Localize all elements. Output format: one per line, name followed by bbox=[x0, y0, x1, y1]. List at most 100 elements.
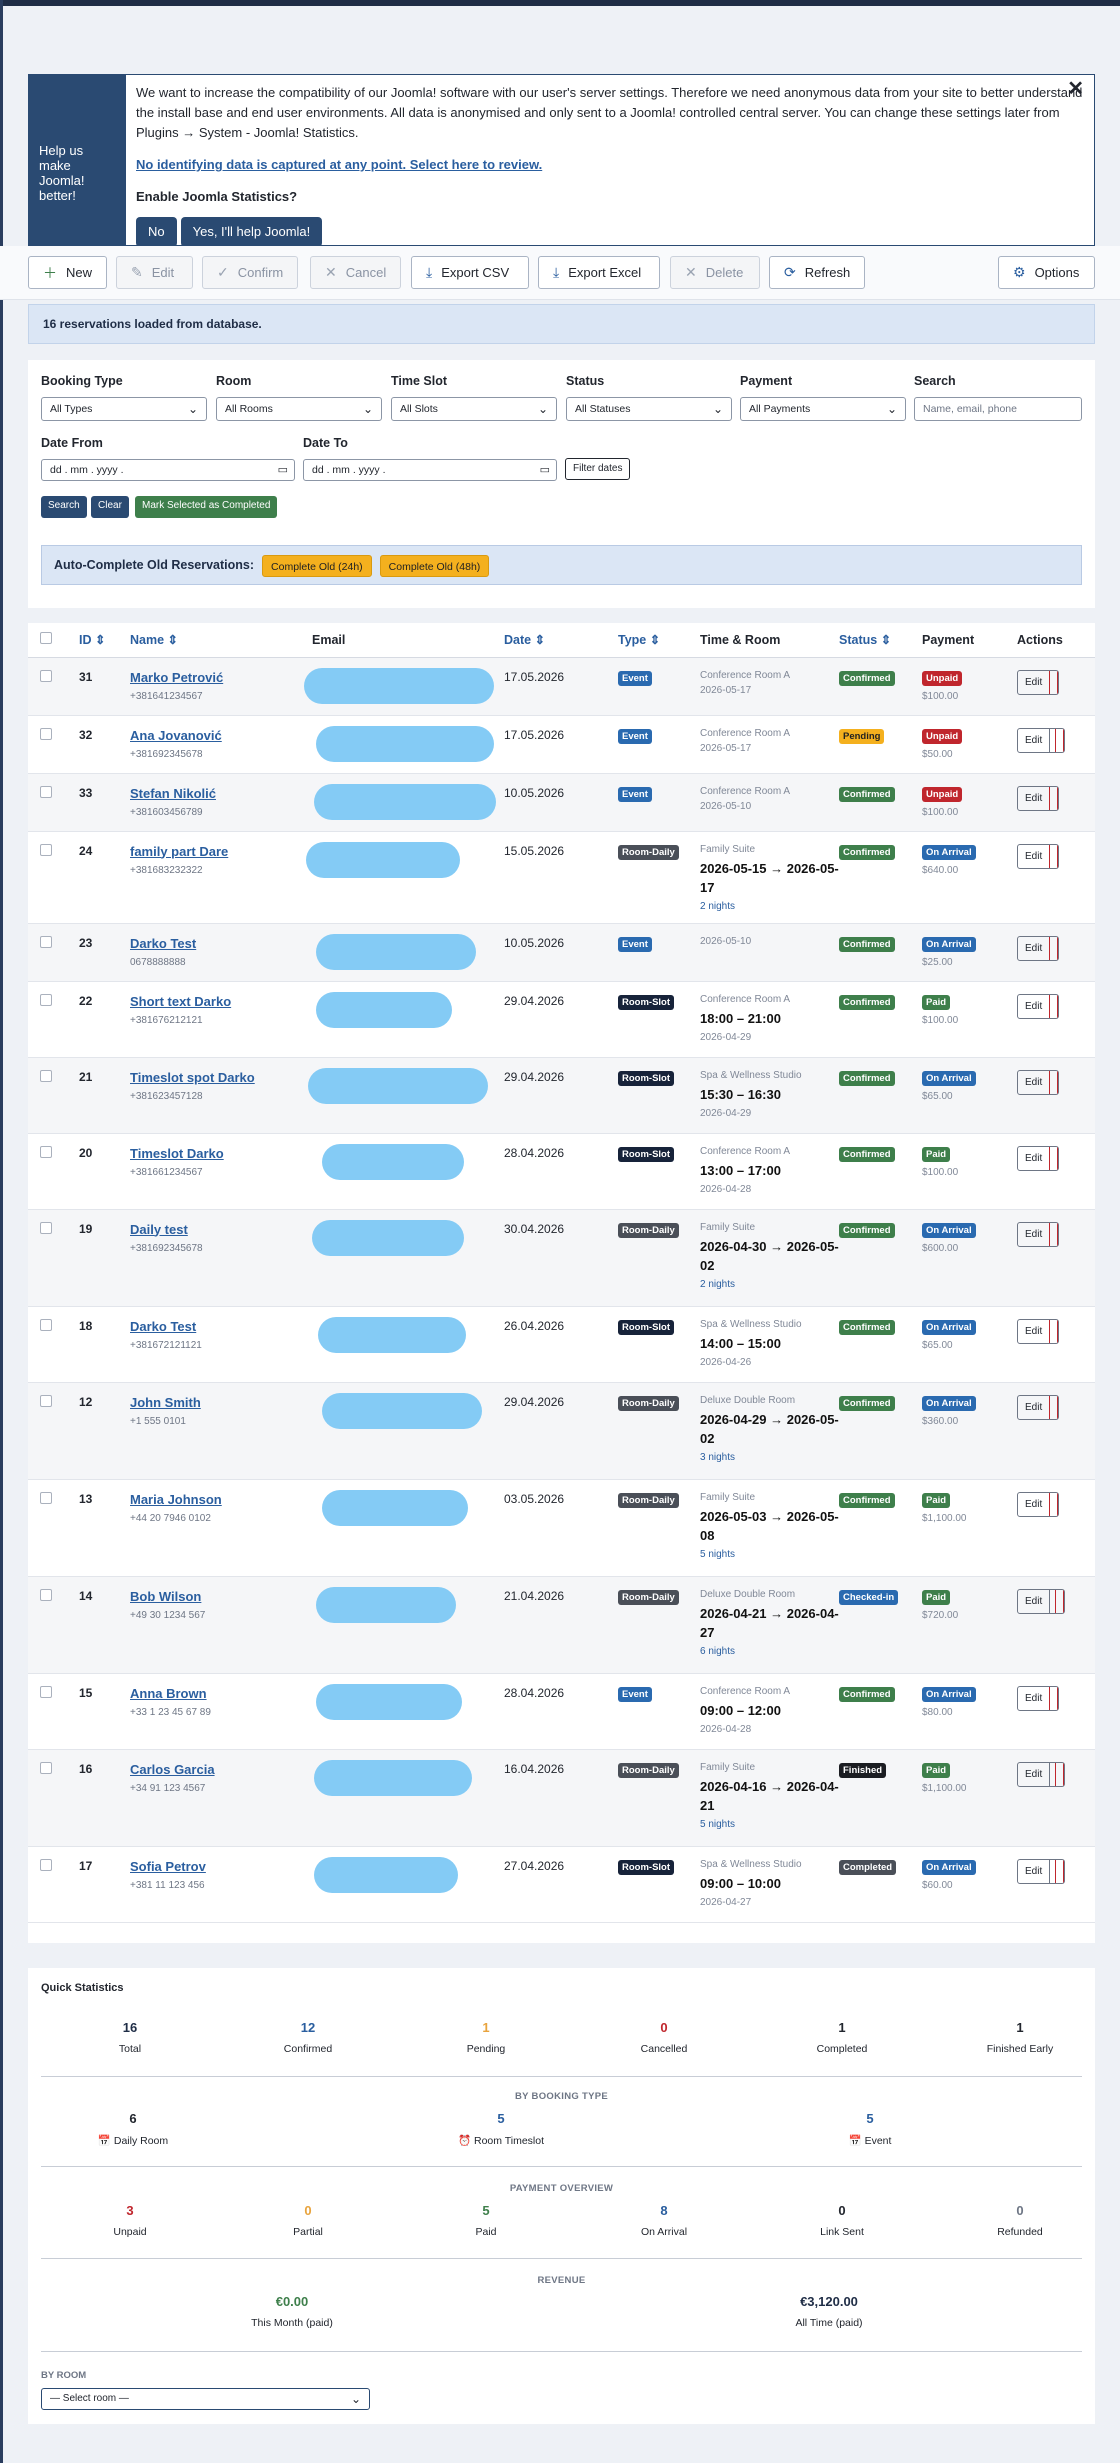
delete-button[interactable]: ✕ Delete bbox=[670, 256, 760, 289]
refresh-button[interactable]: ⟳ Refresh bbox=[769, 256, 865, 289]
delete-row-button[interactable] bbox=[1049, 844, 1059, 868]
calendar-icon[interactable]: ▭ bbox=[540, 460, 550, 480]
complete-old-48h-button[interactable]: Complete Old (48h) bbox=[379, 554, 490, 577]
guest-name-link[interactable]: family part Dare bbox=[130, 844, 228, 859]
row-checkbox[interactable] bbox=[40, 935, 52, 948]
booking-type-select[interactable]: All Types ⌄ bbox=[41, 397, 207, 421]
row-checkbox[interactable] bbox=[40, 1588, 52, 1601]
id-header[interactable]: ID ⇕ bbox=[79, 623, 130, 658]
delete-row-button[interactable] bbox=[1049, 1492, 1059, 1516]
delete-row-button[interactable] bbox=[1049, 936, 1059, 960]
delete-row-button[interactable] bbox=[1049, 994, 1059, 1018]
guest-name-link[interactable]: Timeslot spot Darko bbox=[130, 1070, 255, 1085]
guest-name-link[interactable]: Daily test bbox=[130, 1222, 188, 1237]
yes-help-button[interactable]: Yes, I'll help Joomla! bbox=[180, 217, 323, 247]
guest-name-link[interactable]: Anna Brown bbox=[130, 1686, 207, 1701]
guest-name-link[interactable]: Ana Jovanović bbox=[130, 728, 222, 743]
room-select[interactable]: All Rooms ⌄ bbox=[216, 397, 382, 421]
filter-dates-button[interactable]: Filter dates bbox=[565, 458, 631, 480]
payment-select[interactable]: All Payments ⌄ bbox=[740, 397, 906, 421]
search-button[interactable]: Search bbox=[41, 496, 87, 518]
calendar-icon[interactable]: ▭ bbox=[278, 460, 288, 480]
delete-row-button[interactable] bbox=[1055, 1859, 1065, 1883]
delete-row-button[interactable] bbox=[1049, 1395, 1059, 1419]
edit-button[interactable]: Edit bbox=[1018, 671, 1049, 694]
row-checkbox[interactable] bbox=[40, 785, 52, 798]
row-checkbox[interactable] bbox=[40, 1318, 52, 1331]
row-checkbox[interactable] bbox=[40, 843, 52, 856]
row-checkbox[interactable] bbox=[40, 669, 52, 682]
guest-name-link[interactable]: Maria Johnson bbox=[130, 1492, 222, 1507]
edit-button[interactable]: Edit bbox=[1018, 1396, 1049, 1419]
guest-name-link[interactable]: Stefan Nikolić bbox=[130, 786, 216, 801]
clear-button[interactable]: Clear bbox=[91, 496, 129, 518]
date-from-input[interactable]: dd . mm . yyyy . ▭ bbox=[41, 459, 295, 481]
delete-row-button[interactable] bbox=[1055, 1762, 1065, 1786]
row-checkbox[interactable] bbox=[40, 1394, 52, 1407]
row-checkbox[interactable] bbox=[40, 1145, 52, 1158]
row-checkbox[interactable] bbox=[40, 1221, 52, 1234]
guest-name-link[interactable]: Darko Test bbox=[130, 936, 196, 951]
time-slot-select[interactable]: All Slots ⌄ bbox=[391, 397, 557, 421]
edit-button[interactable]: Edit bbox=[1018, 1687, 1049, 1710]
status-header[interactable]: Status ⇕ bbox=[839, 623, 922, 658]
guest-name-link[interactable]: Carlos Garcia bbox=[130, 1762, 215, 1777]
export-excel-button[interactable]: ⤓ Export Excel bbox=[538, 256, 660, 289]
row-checkbox[interactable] bbox=[40, 1491, 52, 1504]
row-checkbox[interactable] bbox=[40, 1858, 52, 1871]
edit-button[interactable]: Edit bbox=[1018, 995, 1049, 1018]
mark-completed-button[interactable]: Mark Selected as Completed bbox=[135, 496, 278, 518]
guest-name-link[interactable]: Darko Test bbox=[130, 1319, 196, 1334]
guest-name-link[interactable]: John Smith bbox=[130, 1395, 201, 1410]
options-button[interactable]: ⚙ Options bbox=[998, 256, 1095, 289]
new-button[interactable]: ＋ New bbox=[28, 256, 107, 289]
delete-row-button[interactable] bbox=[1049, 786, 1059, 810]
guest-name-link[interactable]: Sofia Petrov bbox=[130, 1859, 206, 1874]
edit-button[interactable]: Edit bbox=[1018, 1860, 1049, 1883]
status-select[interactable]: All Statuses ⌄ bbox=[566, 397, 732, 421]
row-checkbox[interactable] bbox=[40, 727, 52, 740]
guest-name-link[interactable]: Short text Darko bbox=[130, 994, 231, 1009]
row-checkbox[interactable] bbox=[40, 993, 52, 1006]
edit-button[interactable]: Edit bbox=[1018, 1320, 1049, 1343]
room-stats-select[interactable]: — Select room — ⌄ bbox=[41, 2388, 370, 2410]
edit-button[interactable]: Edit bbox=[1018, 1493, 1049, 1516]
guest-name-link[interactable]: Bob Wilson bbox=[130, 1589, 201, 1604]
edit-button[interactable]: Edit bbox=[1018, 1071, 1049, 1094]
type-header[interactable]: Type ⇕ bbox=[618, 623, 700, 658]
row-checkbox[interactable] bbox=[40, 1761, 52, 1774]
review-link[interactable]: No identifying data is captured at any p… bbox=[136, 157, 542, 172]
no-button[interactable]: No bbox=[136, 217, 177, 247]
row-checkbox[interactable] bbox=[40, 1069, 52, 1082]
delete-row-button[interactable] bbox=[1049, 1222, 1059, 1246]
name-header[interactable]: Name ⇕ bbox=[130, 623, 302, 658]
edit-button[interactable]: Edit bbox=[1018, 1763, 1049, 1786]
delete-row-button[interactable] bbox=[1049, 670, 1059, 694]
date-header[interactable]: Date ⇕ bbox=[504, 623, 618, 658]
edit-button[interactable]: Edit bbox=[1018, 1590, 1049, 1613]
edit-button[interactable]: Edit bbox=[1018, 845, 1049, 868]
edit-button[interactable]: ✎ Edit bbox=[116, 256, 193, 289]
edit-button[interactable]: Edit bbox=[1018, 937, 1049, 960]
confirm-button[interactable]: ✓ Confirm bbox=[202, 256, 298, 289]
delete-row-button[interactable] bbox=[1049, 1319, 1059, 1343]
edit-button[interactable]: Edit bbox=[1018, 1223, 1049, 1246]
delete-row-button[interactable] bbox=[1049, 1686, 1059, 1710]
delete-row-button[interactable] bbox=[1049, 1146, 1059, 1170]
edit-button[interactable]: Edit bbox=[1018, 787, 1049, 810]
close-icon[interactable]: ✕ bbox=[1067, 79, 1084, 99]
complete-old-24h-button[interactable]: Complete Old (24h) bbox=[262, 554, 372, 577]
guest-name-link[interactable]: Marko Petrović bbox=[130, 670, 223, 685]
date-to-input[interactable]: dd . mm . yyyy . ▭ bbox=[303, 459, 557, 481]
row-checkbox[interactable] bbox=[40, 1685, 52, 1698]
delete-row-button[interactable] bbox=[1049, 1070, 1059, 1094]
edit-button[interactable]: Edit bbox=[1018, 729, 1049, 752]
select-all-checkbox[interactable] bbox=[40, 632, 52, 645]
guest-name-link[interactable]: Timeslot Darko bbox=[130, 1146, 224, 1161]
delete-row-button[interactable] bbox=[1055, 1589, 1065, 1613]
delete-row-button[interactable] bbox=[1055, 728, 1065, 752]
cancel-button[interactable]: ✕ Cancel bbox=[310, 256, 401, 289]
export-csv-button[interactable]: ⤓ Export CSV bbox=[411, 256, 529, 289]
search-input[interactable]: Name, email, phone bbox=[914, 397, 1082, 421]
edit-button[interactable]: Edit bbox=[1018, 1147, 1049, 1170]
